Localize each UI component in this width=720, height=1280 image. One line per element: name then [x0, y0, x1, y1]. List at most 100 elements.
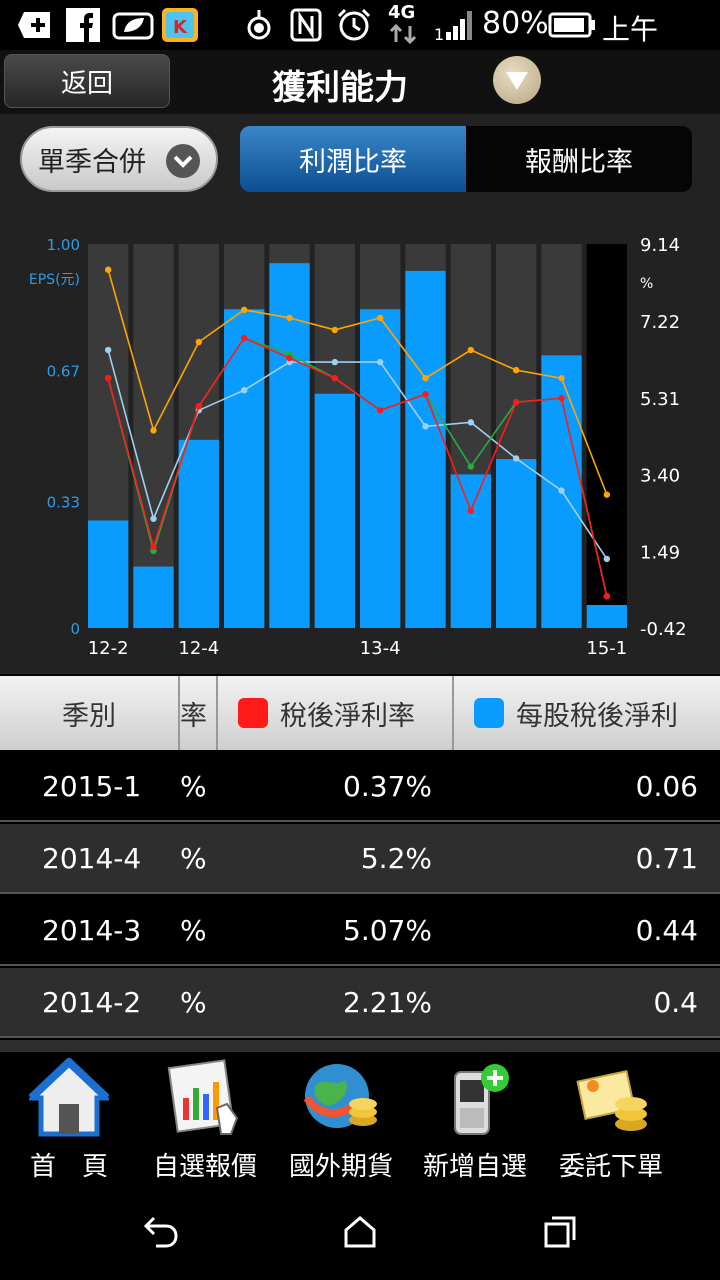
net-margin-legend-swatch [238, 698, 268, 728]
triangle-down-icon [506, 72, 528, 90]
nav-order-label: 委託下單 [558, 1152, 663, 1182]
ratio-point [286, 314, 293, 322]
cell-eps: 0.71 [635, 842, 698, 875]
period-select[interactable]: 單季合併 [20, 126, 218, 192]
ratio-point [195, 403, 203, 410]
ratio-point [558, 374, 565, 382]
network-type-label: 4G [388, 2, 416, 23]
ratio-point [558, 395, 565, 402]
ratio-point [104, 346, 112, 354]
svg-text:K: K [173, 17, 188, 38]
page-title: 獲利能力 [272, 68, 408, 108]
ratio-point [104, 374, 112, 382]
back-icon[interactable] [140, 1214, 180, 1250]
col-header-eps-label: 每股稅後淨利 [516, 700, 678, 732]
signal-hotspot-icon [247, 10, 271, 40]
eps-bar [88, 520, 129, 628]
ratio-point [467, 507, 475, 514]
add-phone-icon [454, 1064, 509, 1135]
nav-add-watchlist-label: 新增自選 [422, 1152, 527, 1182]
eps-bar [224, 309, 265, 628]
left-axis-label: EPS(元) [29, 272, 80, 288]
eps-legend-swatch [474, 698, 504, 728]
cell-partial: % [180, 986, 207, 1019]
ratio-point [150, 515, 157, 522]
right-axis-tick: -0.42 [640, 619, 687, 640]
table-row[interactable]: 2014-4 % 5.2% 0.71 [0, 824, 720, 894]
ratio-point [376, 314, 384, 322]
ratio-point [512, 455, 520, 462]
tab-return-ratio[interactable]: 報酬比率 [466, 126, 692, 192]
col-header-net-margin[interactable]: 稅後淨利率 [218, 676, 454, 750]
svg-text:1: 1 [434, 25, 444, 42]
nav-watchlist-label: 自選報價 [152, 1152, 257, 1182]
eps-bar [360, 309, 401, 628]
network-icon [389, 24, 417, 44]
right-axis-tick: 7.22 [640, 312, 680, 333]
chart: 1.00 0.67 0.33 0 EPS(元) 9.14 7.22 5.31 3.40 1.49 -… [0, 214, 720, 674]
left-axis-tick: 1.00 [47, 236, 80, 254]
ratio-point [422, 423, 429, 430]
recent-apps-icon[interactable] [542, 1214, 578, 1250]
nav-home[interactable]: 首 頁 [2, 1052, 136, 1184]
cell-period: 2014-3 [42, 914, 142, 947]
ratio-point [150, 543, 157, 551]
x-axis-tick: 15-1 [586, 638, 627, 659]
alarm-icon [337, 8, 371, 41]
col-header-net-margin-label: 稅後淨利率 [280, 700, 415, 732]
nav-home-label: 首 頁 [29, 1152, 108, 1182]
back-button[interactable]: 返回 [4, 54, 170, 108]
col-header-eps[interactable]: 每股稅後淨利 [454, 676, 720, 750]
eps-bar [496, 459, 537, 628]
cell-period: 2014-2 [42, 986, 142, 1019]
signal-icon: 1 [434, 11, 472, 42]
home-button-icon[interactable] [340, 1214, 380, 1250]
ratio-point [331, 374, 339, 382]
nav-order[interactable]: 委託下單 [544, 1052, 678, 1184]
cell-eps: 0.06 [635, 770, 698, 803]
cell-eps: 0.4 [653, 986, 698, 1019]
ratio-point [286, 354, 293, 362]
col-header-period[interactable]: 季別 [0, 676, 180, 750]
watchlist-icon [167, 1059, 239, 1135]
cell-net-margin: 5.07% [343, 914, 432, 947]
ratio-point [331, 358, 339, 366]
cell-partial: % [180, 914, 207, 947]
bar-background [586, 244, 627, 628]
ratio-point [240, 334, 248, 342]
right-axis-unit: % [640, 276, 653, 292]
right-axis-tick: 5.31 [640, 389, 680, 410]
eps-bar [450, 474, 491, 628]
system-nav-bar [0, 1184, 720, 1280]
title-dropdown-button[interactable] [493, 56, 541, 104]
col-header-partial[interactable]: 率 [180, 676, 218, 750]
nfc-icon [290, 8, 322, 42]
period-select-value: 單季合併 [38, 146, 146, 178]
title-bar: 返回 獲利能力 [0, 50, 720, 115]
ratio-point [512, 366, 520, 374]
cell-eps: 0.44 [635, 914, 698, 947]
cell-period: 2014-4 [42, 842, 142, 875]
ratio-point [603, 491, 611, 498]
table-row[interactable]: 2015-1 % 0.37% 0.06 [0, 752, 720, 822]
nav-watchlist[interactable]: 自選報價 [138, 1052, 272, 1184]
tab-profit-ratio[interactable]: 利潤比率 [240, 126, 466, 192]
cell-partial: % [180, 842, 207, 875]
ratio-point [240, 387, 248, 394]
eps-bar [314, 393, 355, 628]
ratio-tabs: 利潤比率 報酬比率 [240, 126, 692, 192]
nav-foreign-futures[interactable]: 國外期貨 [274, 1052, 408, 1184]
ratio-point [558, 487, 565, 494]
cell-period: 2015-1 [42, 770, 142, 803]
cell-net-margin: 5.2% [360, 842, 432, 875]
ratio-point [422, 374, 429, 382]
eps-bar [405, 270, 446, 628]
nav-add-watchlist[interactable]: 新增自選 [408, 1052, 542, 1184]
home-icon [29, 1058, 109, 1137]
nav-foreign-futures-label: 國外期貨 [288, 1152, 393, 1182]
table-row[interactable]: 2014-3 % 5.07% 0.44 [0, 896, 720, 966]
ratio-point [512, 399, 520, 406]
table-row[interactable]: 2014-2 % 2.21% 0.4 [0, 968, 720, 1038]
app-icon: K [162, 8, 198, 42]
eps-bar [586, 604, 627, 628]
